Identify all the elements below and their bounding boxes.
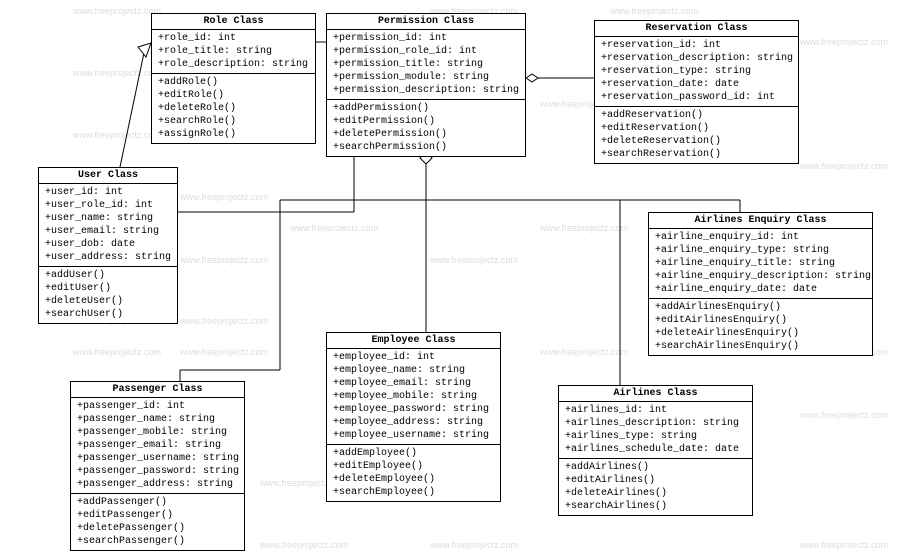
class-attrs: +role_id: int+role_title: string+role_de… [152, 30, 315, 74]
class-title: User Class [39, 168, 177, 184]
watermark: www.freeprojectz.com [800, 161, 888, 171]
class-reservation: Reservation Class +reservation_id: int+r… [594, 20, 799, 164]
class-airlines: Airlines Class +airlines_id: int+airline… [558, 385, 753, 516]
class-attrs: +passenger_id: int+passenger_name: strin… [71, 398, 244, 494]
class-title: Role Class [152, 14, 315, 30]
watermark: www.freeprojectz.com [540, 347, 628, 357]
class-title: Reservation Class [595, 21, 798, 37]
class-attrs: +airlines_id: int+airlines_description: … [559, 402, 752, 459]
class-user: User Class +user_id: int+user_role_id: i… [38, 167, 178, 324]
class-ops: +addPassenger()+editPassenger()+deletePa… [71, 494, 244, 550]
class-ops: +addRole()+editRole()+deleteRole()+searc… [152, 74, 315, 143]
watermark: www.freeprojectz.com [73, 6, 161, 16]
class-airlines-enquiry: Airlines Enquiry Class +airline_enquiry_… [648, 212, 873, 356]
class-title: Passenger Class [71, 382, 244, 398]
class-permission: Permission Class +permission_id: int+per… [326, 13, 526, 157]
watermark: www.freeprojectz.com [290, 223, 378, 233]
watermark: www.freeprojectz.com [73, 347, 161, 357]
class-passenger: Passenger Class +passenger_id: int+passe… [70, 381, 245, 551]
class-ops: +addEmployee()+editEmployee()+deleteEmpl… [327, 445, 500, 501]
watermark: www.freeprojectz.com [430, 255, 518, 265]
class-title: Airlines Class [559, 386, 752, 402]
watermark: www.freeprojectz.com [800, 37, 888, 47]
class-attrs: +user_id: int+user_role_id: int+user_nam… [39, 184, 177, 267]
class-title: Airlines Enquiry Class [649, 213, 872, 229]
class-ops: +addAirlines()+editAirlines()+deleteAirl… [559, 459, 752, 515]
watermark: www.freeprojectz.com [800, 410, 888, 420]
watermark: www.freeprojectz.com [180, 192, 268, 202]
class-attrs: +employee_id: int+employee_name: string+… [327, 349, 500, 445]
watermark: www.freeprojectz.com [180, 347, 268, 357]
class-ops: +addUser()+editUser()+deleteUser()+searc… [39, 267, 177, 323]
class-attrs: +permission_id: int+permission_role_id: … [327, 30, 525, 100]
watermark: www.freeprojectz.com [180, 316, 268, 326]
class-role: Role Class +role_id: int+role_title: str… [151, 13, 316, 144]
watermark: www.freeprojectz.com [73, 130, 161, 140]
class-ops: +addAirlinesEnquiry()+editAirlinesEnquir… [649, 299, 872, 355]
watermark: www.freeprojectz.com [540, 223, 628, 233]
class-ops: +addReservation()+editReservation()+dele… [595, 107, 798, 163]
class-ops: +addPermission()+editPermission()+delete… [327, 100, 525, 156]
class-title: Permission Class [327, 14, 525, 30]
watermark: www.freeprojectz.com [180, 255, 268, 265]
class-attrs: +reservation_id: int+reservation_descrip… [595, 37, 798, 107]
class-employee: Employee Class +employee_id: int+employe… [326, 332, 501, 502]
watermark: www.freeprojectz.com [610, 6, 698, 16]
class-title: Employee Class [327, 333, 500, 349]
class-attrs: +airline_enquiry_id: int+airline_enquiry… [649, 229, 872, 299]
watermark: www.freeprojectz.com [73, 68, 161, 78]
